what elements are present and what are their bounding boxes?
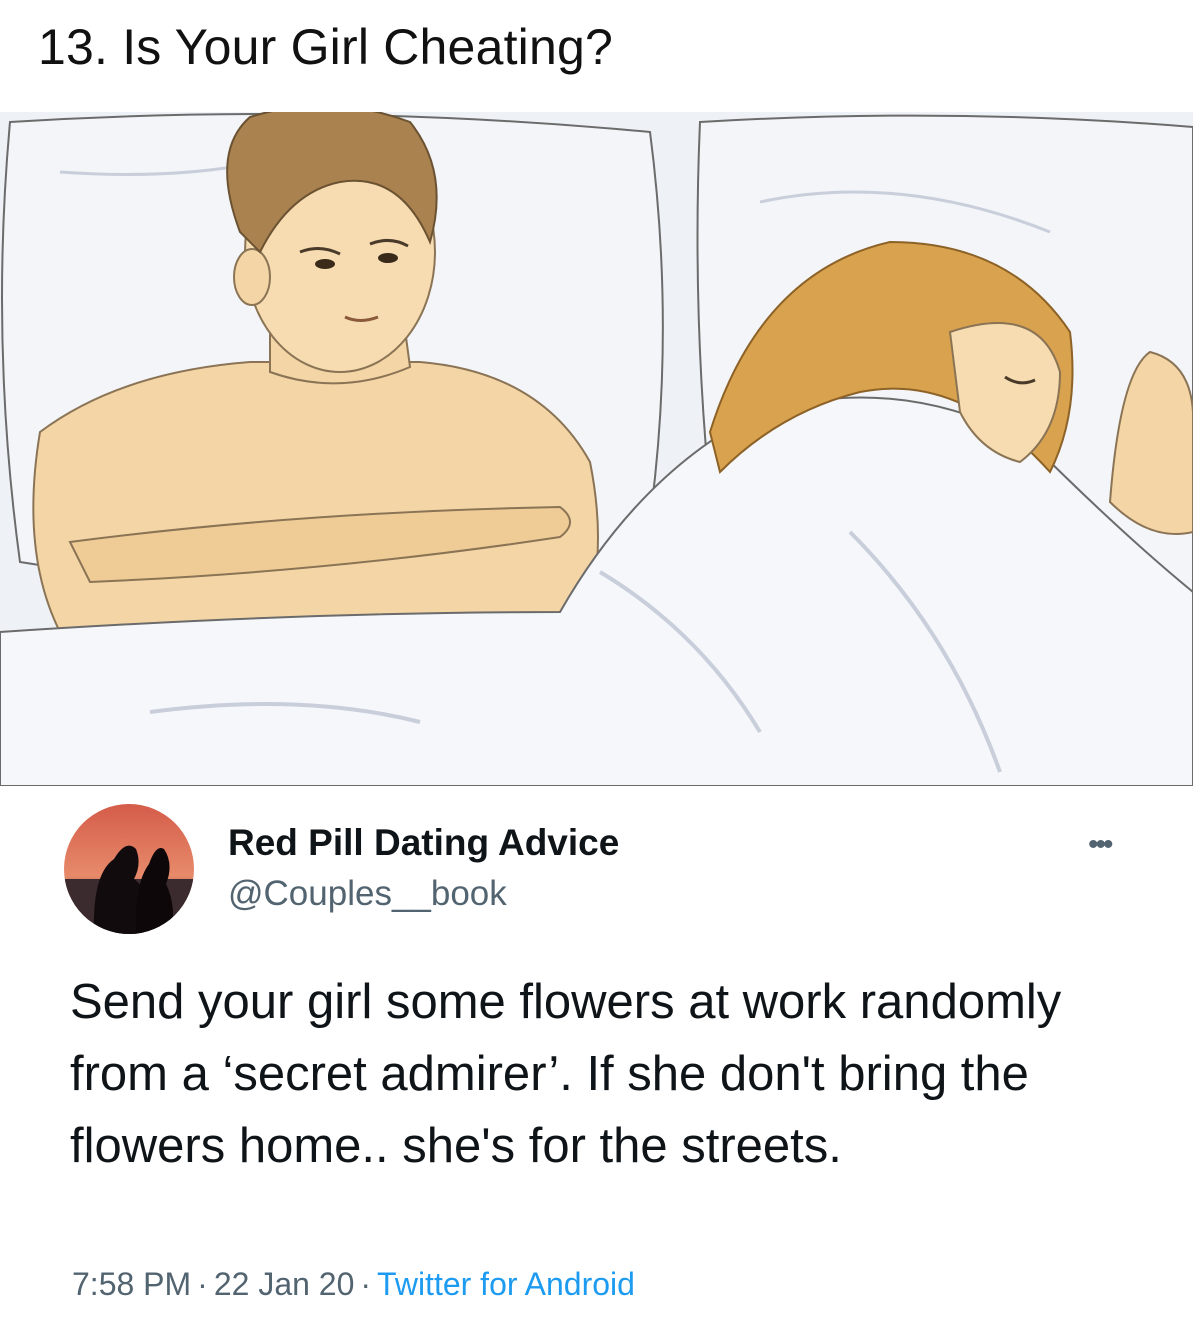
- meta-separator: ·: [197, 1266, 208, 1302]
- avatar[interactable]: [64, 804, 194, 934]
- tweet-time[interactable]: 7:58 PM: [72, 1266, 191, 1302]
- tweet-card: Red Pill Dating Advice @Couples__book ••…: [0, 786, 1193, 1318]
- meta-separator: ·: [360, 1266, 372, 1302]
- page-title: 13. Is Your Girl Cheating?: [38, 19, 613, 75]
- more-dots-icon[interactable]: •••: [1088, 828, 1113, 862]
- bed-illustration: [0, 112, 1193, 786]
- display-name[interactable]: Red Pill Dating Advice: [228, 822, 619, 864]
- tweet-date[interactable]: 22 Jan 20: [214, 1266, 355, 1302]
- tweet-source-link[interactable]: Twitter for Android: [377, 1266, 635, 1302]
- tweet-meta: 7:58 PM · 22 Jan 20 · Twitter for Android: [72, 1266, 635, 1303]
- user-handle[interactable]: @Couples__book: [228, 874, 507, 914]
- tweet-text: Send your girl some flowers at work rand…: [70, 975, 1062, 1173]
